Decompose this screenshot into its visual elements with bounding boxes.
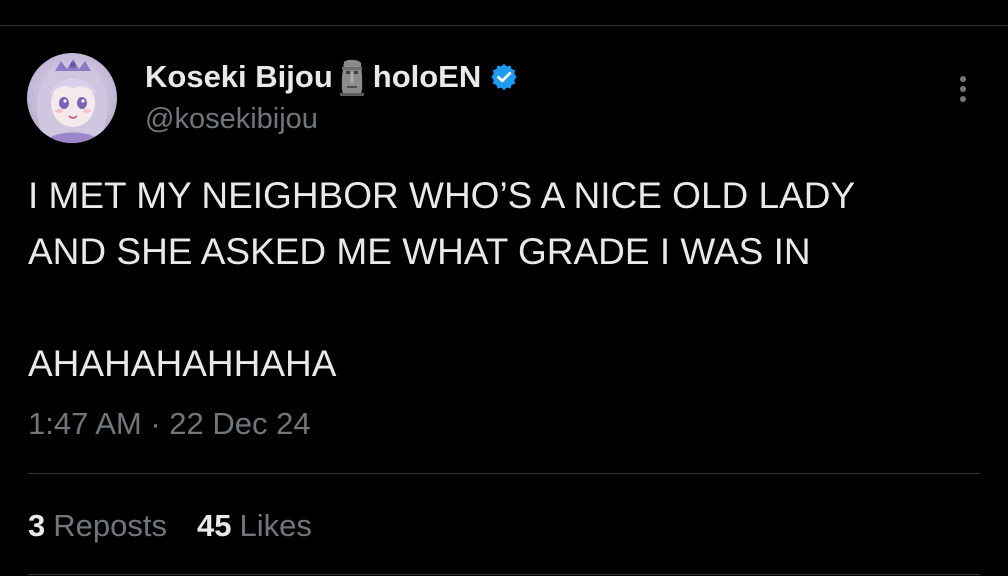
engagement-stats: 3 Reposts 45 Likes <box>28 508 312 544</box>
reposts-count: 3 <box>28 508 46 543</box>
stats-divider-bottom <box>28 574 980 575</box>
author-name-row[interactable]: Koseki Bijou holoEN <box>145 57 519 97</box>
likes-label: Likes <box>239 508 312 543</box>
avatar-image <box>27 53 117 143</box>
avatar[interactable] <box>27 53 117 143</box>
reposts-stat[interactable]: 3 Reposts <box>28 508 167 544</box>
reposts-label: Reposts <box>53 508 167 543</box>
verified-badge-icon[interactable] <box>489 62 519 92</box>
more-options-icon <box>960 76 966 102</box>
author-handle[interactable]: @kosekibijou <box>145 103 318 136</box>
moai-icon <box>337 58 367 96</box>
likes-count: 45 <box>196 508 232 543</box>
more-options-button[interactable] <box>946 72 980 106</box>
tweet-card: Koseki Bijou holoEN @kosekibijou I MET M… <box>0 26 1008 576</box>
author-display-suffix[interactable]: holoEN <box>373 59 482 95</box>
author-display-name[interactable]: Koseki Bijou <box>145 59 333 95</box>
tweet-text: I MET MY NEIGHBOR WHO’S A NICE OLD LADY … <box>28 175 856 384</box>
tweet-timestamp[interactable]: 1:47 AM · 22 Dec 24 <box>28 406 311 442</box>
likes-stat[interactable]: 45 Likes <box>197 508 312 544</box>
stats-divider-top <box>28 473 980 474</box>
